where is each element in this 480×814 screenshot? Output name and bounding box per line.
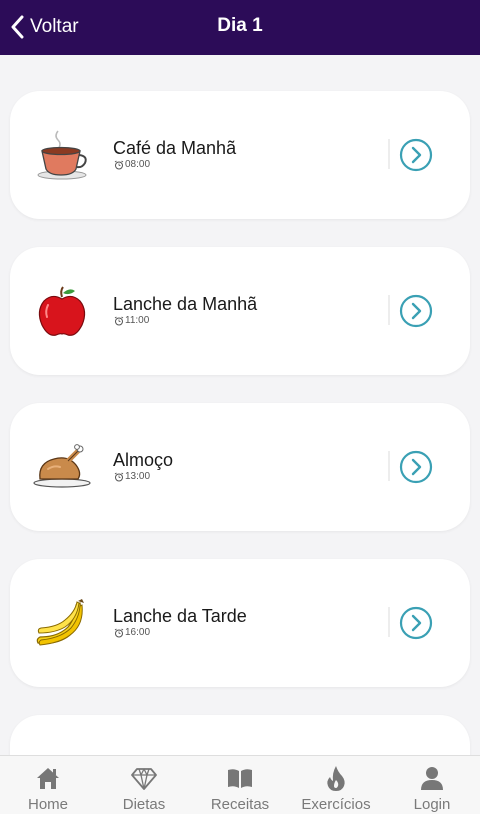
open-meal-button[interactable]	[399, 138, 433, 172]
book-icon	[228, 769, 252, 788]
meal-list[interactable]: Café da Manhã 08:00 Lanche da Manhã 11:0…	[0, 55, 480, 755]
chevron-right-circle-icon	[399, 606, 433, 640]
tab-label: Dietas	[122, 796, 166, 813]
chevron-right-circle-icon	[399, 450, 433, 484]
home-icon	[37, 768, 59, 789]
open-meal-button[interactable]	[399, 606, 433, 640]
open-meal-button[interactable]	[399, 294, 433, 328]
meal-time-value: 13:00	[125, 471, 151, 482]
diamond-icon	[131, 768, 157, 790]
card-divider	[388, 451, 390, 481]
bananas-icon	[32, 595, 92, 651]
meal-time-value: 16:00	[125, 627, 151, 638]
card-divider	[388, 139, 390, 169]
meal-time: 08:00	[114, 159, 150, 170]
tab-label: Receitas	[210, 796, 270, 813]
tab-label: Login	[413, 796, 451, 813]
alarm-clock-icon	[114, 472, 124, 481]
card-divider	[388, 295, 390, 325]
roast-chicken-icon	[32, 439, 92, 495]
meal-name: Lanche da Tarde	[113, 606, 247, 626]
alarm-clock-icon	[114, 628, 124, 637]
tab-receitas[interactable]: Receitas	[192, 756, 288, 814]
coffee-cup-icon	[32, 127, 92, 183]
meal-card-morning-snack[interactable]: Lanche da Manhã 11:00	[10, 247, 470, 375]
meal-time-value: 08:00	[125, 159, 151, 170]
tab-label: Exercícios	[301, 796, 371, 813]
meal-name: Almoço	[113, 450, 174, 470]
alarm-clock-icon	[114, 160, 124, 169]
meal-card-afternoon-snack[interactable]: Lanche da Tarde 16:00	[10, 559, 470, 687]
chevron-right-circle-icon	[399, 294, 433, 328]
chevron-right-circle-icon	[399, 138, 433, 172]
meal-name: Café da Manhã	[113, 138, 237, 158]
tab-exercicios[interactable]: Exercícios	[288, 756, 384, 814]
meal-time: 16:00	[114, 627, 150, 638]
meal-time: 11:00	[114, 315, 149, 326]
meal-card-breakfast[interactable]: Café da Manhã 08:00	[10, 91, 470, 219]
alarm-clock-icon	[114, 316, 124, 325]
apple-icon	[32, 283, 92, 339]
meal-name: Lanche da Manhã	[113, 294, 258, 314]
card-divider	[388, 607, 390, 637]
meal-time-value: 11:00	[125, 315, 150, 326]
header-bar: Voltar Dia 1	[0, 0, 480, 55]
bottom-tab-bar: Home Dietas Receitas Exercícios Login	[0, 755, 480, 814]
tab-dietas[interactable]: Dietas	[96, 756, 192, 814]
page-title: Dia 1	[217, 15, 263, 36]
tab-home[interactable]: Home	[0, 756, 96, 814]
tab-login[interactable]: Login	[384, 756, 480, 814]
meal-card-partial[interactable]	[10, 715, 470, 755]
flame-icon	[327, 766, 345, 791]
meal-card-lunch[interactable]: Almoço 13:00	[10, 403, 470, 531]
user-icon	[421, 767, 443, 790]
tab-label: Home	[27, 796, 68, 813]
meal-time: 13:00	[114, 471, 150, 482]
open-meal-button[interactable]	[399, 450, 433, 484]
